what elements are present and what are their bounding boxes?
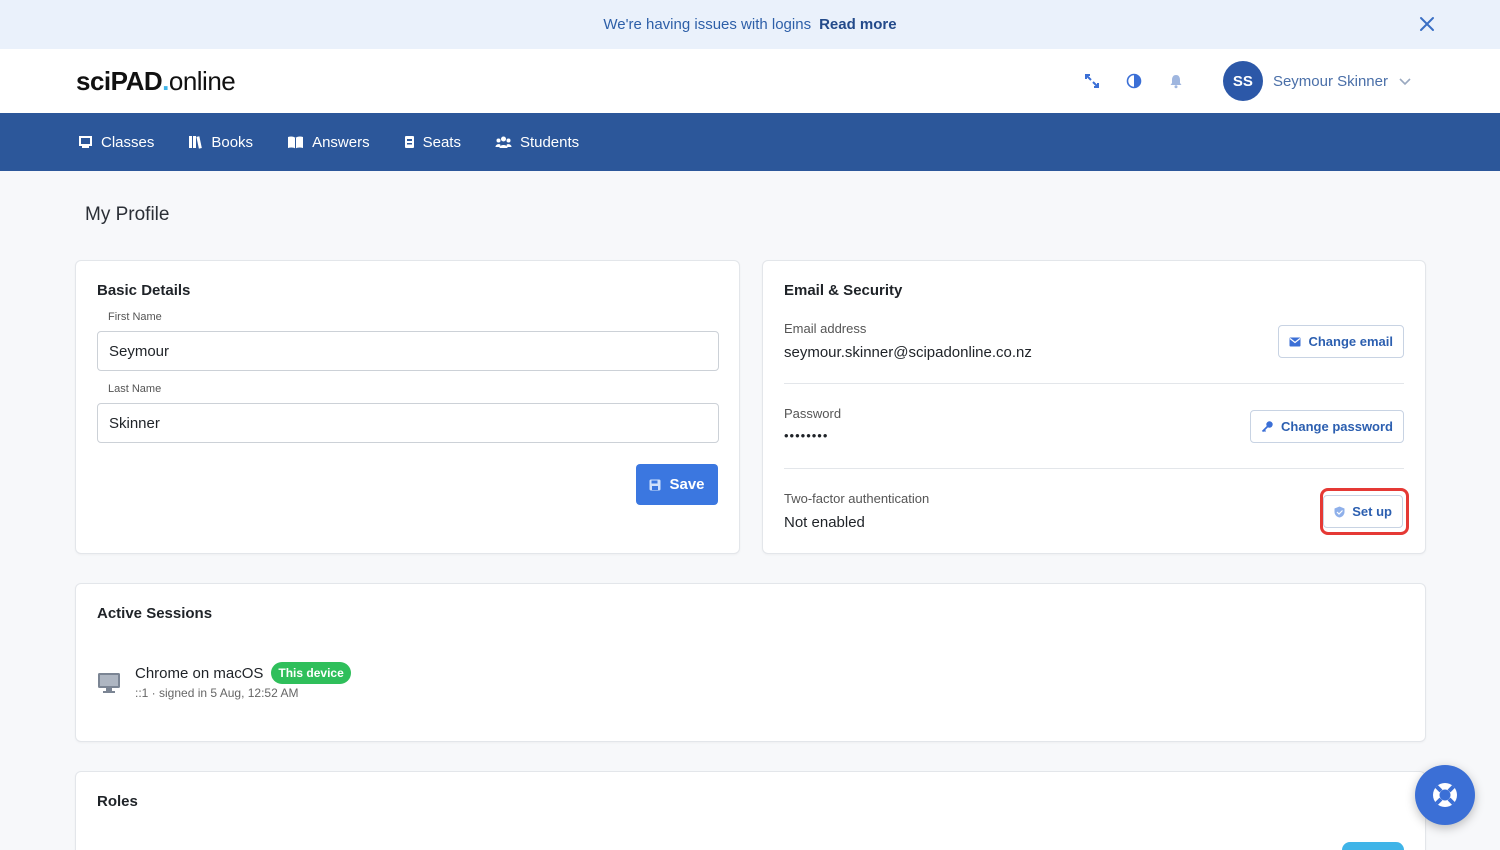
- roles-title: Roles: [97, 793, 138, 810]
- close-icon: [1420, 17, 1434, 31]
- help-button[interactable]: [1415, 765, 1475, 825]
- last-name-input[interactable]: [97, 403, 719, 443]
- active-sessions-card: Active Sessions Chrome on macOS This dev…: [75, 583, 1426, 742]
- roles-action-button[interactable]: [1342, 842, 1404, 850]
- roles-card: Roles: [75, 771, 1426, 850]
- expand-icon: [1084, 74, 1099, 88]
- banner-message: We're having issues with logins: [603, 16, 812, 33]
- banner-close-button[interactable]: [1416, 13, 1438, 35]
- shield-icon: [1334, 506, 1345, 517]
- books-icon: [189, 136, 203, 149]
- last-name-label: Last Name: [108, 383, 162, 395]
- email-value: seymour.skinner@scipadonline.co.nz: [784, 344, 1032, 361]
- key-icon: [1261, 421, 1273, 433]
- app-logo[interactable]: sciPAD.online: [76, 66, 236, 97]
- nav-item-classes[interactable]: Classes: [78, 134, 154, 151]
- nav-item-students[interactable]: Students: [495, 134, 579, 151]
- nav-item-books[interactable]: Books: [188, 134, 253, 151]
- user-avatar[interactable]: SS: [1222, 61, 1263, 101]
- this-device-badge: This device: [271, 662, 351, 684]
- email-security-title: Email & Security: [784, 282, 903, 299]
- announcement-banner: We're having issues with logins Read mor…: [0, 0, 1500, 49]
- answers-icon: [288, 136, 304, 149]
- nav-item-seats[interactable]: Seats: [404, 134, 461, 151]
- email-security-card: Email & Security Email address seymour.s…: [762, 260, 1426, 554]
- chevron-down-icon[interactable]: [1398, 74, 1412, 88]
- nav-item-answers[interactable]: Answers: [287, 134, 370, 151]
- bell-icon: [1170, 75, 1182, 89]
- basic-details-card: Basic Details First Name Last Name Save: [75, 260, 740, 554]
- fullscreen-button[interactable]: [1083, 72, 1101, 90]
- envelope-icon: [1289, 337, 1301, 346]
- notifications-button[interactable]: [1167, 72, 1185, 90]
- password-value: ••••••••: [784, 428, 829, 443]
- first-name-input[interactable]: [97, 331, 719, 371]
- change-email-button[interactable]: Change email: [1278, 325, 1404, 358]
- session-meta: ::1 · signed in 5 Aug, 12:52 AM: [135, 686, 299, 700]
- save-button[interactable]: Save: [636, 464, 718, 505]
- classes-icon: [79, 136, 92, 148]
- contrast-icon: [1126, 73, 1142, 89]
- banner-read-more-link[interactable]: Read more: [819, 16, 897, 33]
- contrast-toggle[interactable]: [1125, 72, 1143, 90]
- two-factor-label: Two-factor authentication: [784, 491, 930, 506]
- app-header: sciPAD.online SS Seymour Skinner: [0, 49, 1500, 113]
- set-up-two-factor-button[interactable]: Set up: [1323, 495, 1403, 528]
- floppy-disk-icon: [649, 479, 661, 490]
- active-sessions-title: Active Sessions: [97, 605, 213, 622]
- session-name: Chrome on macOS: [135, 664, 264, 682]
- user-name[interactable]: Seymour Skinner: [1273, 73, 1388, 90]
- lifebuoy-icon: [1433, 783, 1457, 807]
- password-label: Password: [784, 406, 842, 421]
- divider: [784, 468, 1404, 469]
- basic-details-title: Basic Details: [97, 282, 191, 299]
- page-title: My Profile: [85, 204, 170, 225]
- email-label: Email address: [784, 321, 867, 336]
- change-password-button[interactable]: Change password: [1250, 410, 1404, 443]
- divider: [784, 383, 1404, 384]
- students-icon: [495, 136, 512, 148]
- monitor-icon: [98, 673, 120, 693]
- session-item: Chrome on macOS This device ::1 · signed…: [97, 662, 351, 700]
- main-nav: Classes Books Answers Seats Students: [0, 113, 1500, 171]
- seats-icon: [404, 136, 414, 148]
- first-name-label: First Name: [108, 311, 162, 323]
- two-factor-status: Not enabled: [784, 514, 865, 531]
